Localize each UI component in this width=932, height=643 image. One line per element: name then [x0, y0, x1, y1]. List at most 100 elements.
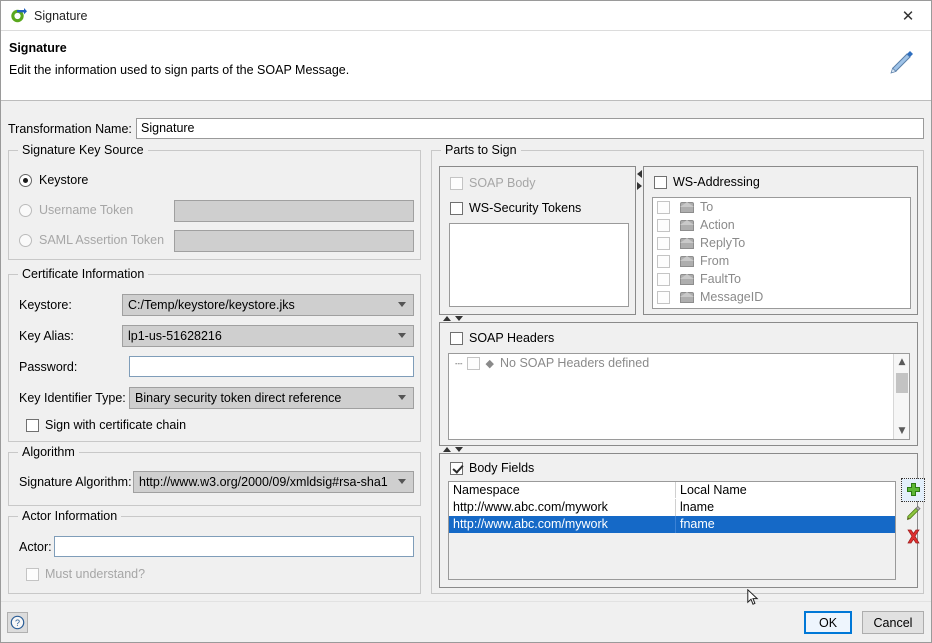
- transformation-name-input[interactable]: Signature: [136, 118, 924, 139]
- actor-information-group: Actor Information Actor: Must understand…: [8, 516, 421, 594]
- dialog-body: Transformation Name: Signature Signature…: [1, 102, 931, 601]
- ws-addressing-item-box: [657, 201, 670, 214]
- list-item[interactable]: Action: [653, 216, 910, 234]
- cancel-button[interactable]: Cancel: [862, 611, 924, 634]
- body-fields-table[interactable]: Namespace Local Name http://www.abc.com/…: [448, 481, 896, 580]
- list-item[interactable]: FaultTo: [653, 270, 910, 288]
- window-title: Signature: [34, 9, 88, 23]
- algorithm-title: Algorithm: [18, 445, 79, 459]
- ws-security-tokens-checkbox[interactable]: WS-Security Tokens: [450, 201, 581, 215]
- ok-button[interactable]: OK: [804, 611, 852, 634]
- signature-dialog: Signature ✕ Signature Edit the informati…: [0, 0, 932, 643]
- list-item[interactable]: From: [653, 252, 910, 270]
- splitter-right-arrow-icon[interactable]: [637, 182, 642, 190]
- keystore-combo-value: C:/Temp/keystore/keystore.jks: [128, 298, 295, 312]
- parts-to-sign-title: Parts to Sign: [441, 143, 521, 157]
- signature-app-icon: [10, 7, 27, 24]
- radio-keystore[interactable]: Keystore: [19, 173, 88, 187]
- body-fields-checkbox[interactable]: Body Fields: [450, 461, 534, 475]
- horizontal-splitter-bottom[interactable]: [439, 446, 918, 453]
- delete-x-icon[interactable]: [902, 525, 924, 547]
- list-item[interactable]: ReplyTo: [653, 234, 910, 252]
- soap-body-box: [450, 177, 463, 190]
- keystore-combo[interactable]: C:/Temp/keystore/keystore.jks: [122, 294, 414, 316]
- table-header-row: Namespace Local Name: [449, 482, 895, 499]
- radio-keystore-label: Keystore: [39, 173, 88, 187]
- password-input[interactable]: [129, 356, 414, 377]
- scrollbar-thumb[interactable]: [896, 373, 908, 393]
- body-fields-label: Body Fields: [469, 461, 534, 475]
- soap-body-panel: SOAP Body WS-Security Tokens: [439, 166, 636, 315]
- splitter-down-arrow-icon[interactable]: [455, 316, 463, 321]
- ws-addressing-list[interactable]: To Action ReplyTo Fr: [652, 197, 911, 309]
- keystore-label: Keystore:: [19, 298, 72, 312]
- must-understand-checkbox[interactable]: Must understand?: [26, 567, 145, 581]
- splitter-up-arrow-icon[interactable]: [443, 316, 451, 321]
- radio-username-token[interactable]: Username Token: [19, 203, 133, 217]
- splitter-left-arrow-icon[interactable]: [637, 170, 642, 178]
- soap-headers-empty-box: [467, 357, 480, 370]
- parts-to-sign-group: Parts to Sign SOAP Body WS-Security Toke…: [431, 150, 924, 594]
- soap-headers-empty-row: ┄ ◆ No SOAP Headers defined: [449, 354, 909, 372]
- soap-headers-tree[interactable]: ┄ ◆ No SOAP Headers defined ▲ ▼: [448, 353, 910, 440]
- header-title: Signature: [9, 41, 67, 55]
- close-icon[interactable]: ✕: [885, 1, 931, 30]
- radio-keystore-indicator: [19, 174, 32, 187]
- key-alias-combo[interactable]: lp1-us-51628216: [122, 325, 414, 347]
- key-identifier-type-label: Key Identifier Type:: [19, 391, 126, 405]
- cell-namespace: http://www.abc.com/mywork: [449, 516, 676, 533]
- vertical-splitter[interactable]: [636, 166, 643, 315]
- radio-saml-assertion-token-label: SAML Assertion Token: [39, 233, 164, 247]
- radio-username-token-label: Username Token: [39, 203, 133, 217]
- envelope-icon: [680, 220, 694, 231]
- soap-headers-checkbox[interactable]: SOAP Headers: [450, 331, 554, 345]
- horizontal-splitter-top[interactable]: [439, 315, 918, 322]
- actor-input[interactable]: [54, 536, 414, 557]
- sign-with-certificate-chain-box: [26, 419, 39, 432]
- scroll-up-icon[interactable]: ▲: [894, 354, 910, 370]
- ws-addressing-item-label: ReplyTo: [700, 236, 745, 250]
- tree-dash-icon: ┄: [455, 356, 464, 371]
- add-icon[interactable]: [902, 479, 924, 501]
- ws-addressing-item-box: [657, 219, 670, 232]
- soap-headers-section: SOAP Headers ┄ ◆ No SOAP Headers defined…: [439, 322, 918, 446]
- soap-headers-scrollbar[interactable]: ▲ ▼: [893, 354, 909, 439]
- soap-headers-box: [450, 332, 463, 345]
- soap-headers-empty-label: No SOAP Headers defined: [500, 356, 649, 370]
- soap-body-checkbox: SOAP Body: [450, 176, 535, 190]
- ws-addressing-panel: WS-Addressing To Action: [643, 166, 918, 315]
- key-alias-combo-value: lp1-us-51628216: [128, 329, 222, 343]
- envelope-icon: [680, 238, 694, 249]
- dialog-header: Signature Edit the information used to s…: [1, 31, 931, 101]
- splitter-up-arrow-icon[interactable]: [443, 447, 451, 452]
- header-description: Edit the information used to sign parts …: [9, 63, 349, 77]
- signature-key-source-group: Signature Key Source Keystore Username T…: [8, 150, 421, 260]
- radio-saml-assertion-token[interactable]: SAML Assertion Token: [19, 233, 164, 247]
- node-dot-icon: ◆: [486, 357, 494, 370]
- cell-local-name: fname: [676, 516, 895, 533]
- scroll-down-icon[interactable]: ▼: [894, 423, 910, 439]
- list-item[interactable]: MessageID: [653, 288, 910, 306]
- list-item[interactable]: To: [653, 198, 910, 216]
- splitter-down-arrow-icon[interactable]: [455, 447, 463, 452]
- svg-text:?: ?: [15, 618, 20, 628]
- chevron-down-icon: [398, 395, 406, 400]
- envelope-icon: [680, 274, 694, 285]
- key-alias-label: Key Alias:: [19, 329, 74, 343]
- help-icon[interactable]: ?: [7, 612, 28, 633]
- sign-with-certificate-chain-checkbox[interactable]: Sign with certificate chain: [26, 418, 186, 432]
- ws-addressing-checkbox[interactable]: WS-Addressing: [654, 175, 760, 189]
- envelope-icon: [680, 256, 694, 267]
- table-row[interactable]: http://www.abc.com/mywork lname: [449, 499, 895, 516]
- chevron-down-icon: [398, 302, 406, 307]
- ws-addressing-item-label: MessageID: [700, 290, 763, 304]
- ws-security-tokens-list[interactable]: [449, 223, 629, 307]
- dialog-footer: ? OK Cancel: [1, 601, 931, 642]
- signature-algorithm-combo[interactable]: http://www.w3.org/2000/09/xmldsig#rsa-sh…: [133, 471, 414, 493]
- envelope-icon: [680, 292, 694, 303]
- table-row[interactable]: http://www.abc.com/mywork fname: [449, 516, 895, 533]
- edit-pencil-icon[interactable]: [902, 502, 924, 524]
- certificate-information-title: Certificate Information: [18, 267, 148, 281]
- pen-signature-icon: [883, 47, 917, 81]
- key-identifier-type-combo[interactable]: Binary security token direct reference: [129, 387, 414, 409]
